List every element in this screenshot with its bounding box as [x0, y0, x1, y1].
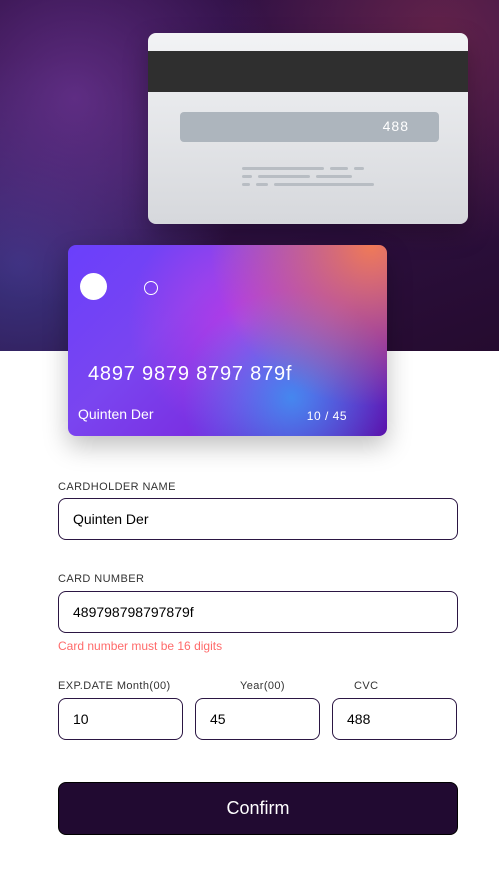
signature-strip: 488	[180, 112, 439, 142]
line-seg	[354, 167, 364, 170]
card-number-label: CARD NUMBER	[58, 573, 145, 585]
magnetic-stripe	[148, 51, 468, 92]
expiry-year-input[interactable]	[195, 698, 320, 740]
line-seg	[242, 183, 250, 186]
card-logo-circle-icon	[80, 273, 107, 300]
expiry-cvc-labels: EXP.DATE Month(00) Year(00) CVC	[58, 679, 458, 693]
card-front: 4897 9879 8797 879f Quinten Der 10 / 45	[68, 245, 387, 436]
cvc-label: CVC	[354, 680, 379, 692]
card-back: 488	[148, 33, 468, 224]
expiry-month-input[interactable]	[58, 698, 183, 740]
cvc-input[interactable]	[332, 698, 457, 740]
expiry-cvc-inputs	[58, 698, 458, 740]
cardholder-display: Quinten Der	[78, 406, 154, 422]
line-seg	[256, 183, 268, 186]
card-back-cvc: 488	[382, 118, 409, 134]
card-back-lines	[242, 167, 382, 191]
card-back-line-row	[242, 167, 382, 170]
line-seg	[274, 183, 374, 186]
cardholder-input[interactable]	[58, 498, 458, 540]
line-seg	[258, 175, 310, 178]
expiry-month-label: EXP.DATE Month(00)	[58, 680, 171, 692]
card-logo-circle-outline-icon	[144, 281, 158, 295]
cardholder-label: CARDHOLDER NAME	[58, 481, 176, 493]
payment-form: CARDHOLDER NAME CARD NUMBER Card number …	[58, 480, 458, 740]
line-seg	[316, 175, 352, 178]
line-seg	[242, 175, 252, 178]
confirm-button[interactable]: Confirm	[58, 782, 458, 835]
card-back-line-row	[242, 175, 382, 178]
card-number-display: 4897 9879 8797 879f	[88, 363, 293, 385]
card-number-input[interactable]	[58, 591, 458, 633]
expiry-display: 10 / 45	[306, 409, 347, 423]
card-back-line-row	[242, 183, 382, 186]
line-seg	[330, 167, 348, 170]
card-number-error: Card number must be 16 digits	[58, 639, 223, 653]
page: 488 4897 9879 8797 879f Quinten Der 10 /…	[0, 0, 499, 895]
expiry-year-label: Year(00)	[240, 680, 285, 692]
line-seg	[242, 167, 324, 170]
